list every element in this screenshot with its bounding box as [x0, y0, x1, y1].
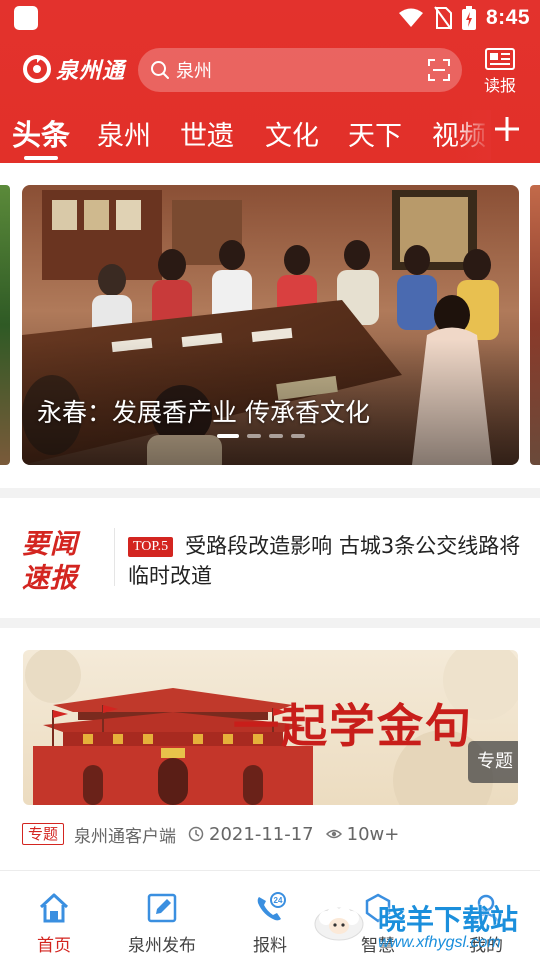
site-watermark: 晓羊下载站 www.xfhygsl.com	[312, 888, 540, 960]
next-slide-peek	[530, 185, 540, 465]
scan-icon[interactable]	[428, 59, 450, 81]
carousel-dot	[247, 434, 261, 438]
svg-text:24: 24	[274, 896, 283, 905]
read-label: 读报	[483, 76, 516, 95]
app-logo[interactable]: 泉州通	[22, 53, 125, 85]
tab-quanzhou[interactable]: 泉州	[97, 114, 151, 153]
app-name: 泉州通	[56, 58, 126, 84]
feature-image-title: 一起学金句	[233, 699, 473, 753]
nav-home-label: 首页	[37, 936, 71, 956]
article-views: 10w+	[346, 823, 400, 845]
eye-icon	[325, 829, 342, 839]
nav-home[interactable]: 首页	[14, 891, 94, 956]
logo-mark-icon	[23, 55, 51, 83]
section-divider	[0, 488, 540, 498]
tab-world[interactable]: 天下	[348, 114, 402, 153]
news-flash-text: 受路段改造影响 古城3条公交线路将临时改道	[128, 534, 521, 588]
home-icon	[39, 893, 69, 923]
nav-report[interactable]: 24 报料	[230, 891, 310, 956]
carousel-dot	[291, 434, 305, 438]
topic-tag: 专题	[22, 823, 65, 845]
channel-tabs: 头条 泉州 世遗 文化 天下 视频	[0, 110, 540, 160]
no-sim-icon	[434, 6, 452, 30]
feature-image[interactable]: 一起学金句 专题	[23, 650, 518, 805]
notification-icon	[14, 6, 38, 30]
news-flash[interactable]: 要闻 速报 TOP.5 受路段改造影响 古城3条公交线路将临时改道	[0, 498, 540, 618]
banner-slide[interactable]: 永春：发展香产业 传承香文化	[22, 185, 519, 465]
edit-icon	[147, 893, 177, 923]
search-placeholder: 泉州	[176, 61, 212, 82]
article-date: 2021-11-17	[209, 823, 314, 845]
banner-caption: 永春：发展香产业 传承香文化	[37, 398, 370, 427]
previous-slide-peek	[0, 185, 10, 465]
banner-carousel[interactable]: 永春：发展香产业 传承香文化	[0, 163, 540, 493]
clock-icon	[188, 826, 204, 842]
news-flash-logo: 要闻 速报	[22, 529, 78, 594]
news-flash-headline[interactable]: TOP.5 受路段改造影响 古城3条公交线路将临时改道	[128, 531, 523, 591]
newspaper-icon	[485, 48, 515, 70]
article-source: 泉州通客户端	[74, 826, 177, 847]
section-divider	[0, 618, 540, 628]
status-icons: 8:45	[398, 4, 530, 32]
news-flash-separator	[114, 528, 115, 586]
carousel-indicator	[217, 434, 305, 438]
wifi-icon	[398, 8, 423, 27]
tab-headlines[interactable]: 头条	[12, 112, 70, 154]
carousel-dot	[217, 434, 239, 438]
article-meta: 专题 泉州通客户端 2021-11-17 10w+	[22, 821, 399, 847]
app-header: 8:45 泉州通 泉州 读报 头条 泉州 世遗 文化 天下 视频	[0, 0, 540, 163]
sheep-logo-icon	[314, 907, 364, 941]
feature-article-card[interactable]: 一起学金句 专题 专题 泉州通客户端 2021-11-17 10w+	[0, 628, 540, 870]
tab-culture[interactable]: 文化	[265, 114, 319, 153]
phone-24-icon: 24	[257, 892, 286, 921]
read-newspaper-button[interactable]: 读报	[480, 48, 520, 96]
search-bar[interactable]: 泉州	[138, 48, 462, 92]
tab-heritage[interactable]: 世遗	[180, 114, 234, 153]
nav-quanzhou-release-label: 泉州发布	[128, 936, 196, 956]
carousel-dot	[269, 434, 283, 438]
active-tab-indicator	[24, 156, 58, 160]
search-icon	[151, 61, 169, 79]
nav-quanzhou-release[interactable]: 泉州发布	[122, 891, 202, 956]
top-rank-badge: TOP.5	[128, 537, 174, 557]
topic-overlay-tag: 专题	[468, 741, 518, 783]
nav-report-label: 报料	[253, 936, 287, 956]
watermark-text: 晓羊下载站	[378, 903, 519, 936]
battery-charging-icon	[461, 6, 476, 30]
watermark-url: www.xfhygsl.com	[378, 934, 501, 951]
status-time: 8:45	[485, 6, 530, 29]
add-channel-icon[interactable]	[492, 114, 522, 144]
status-bar: 8:45	[0, 0, 540, 36]
